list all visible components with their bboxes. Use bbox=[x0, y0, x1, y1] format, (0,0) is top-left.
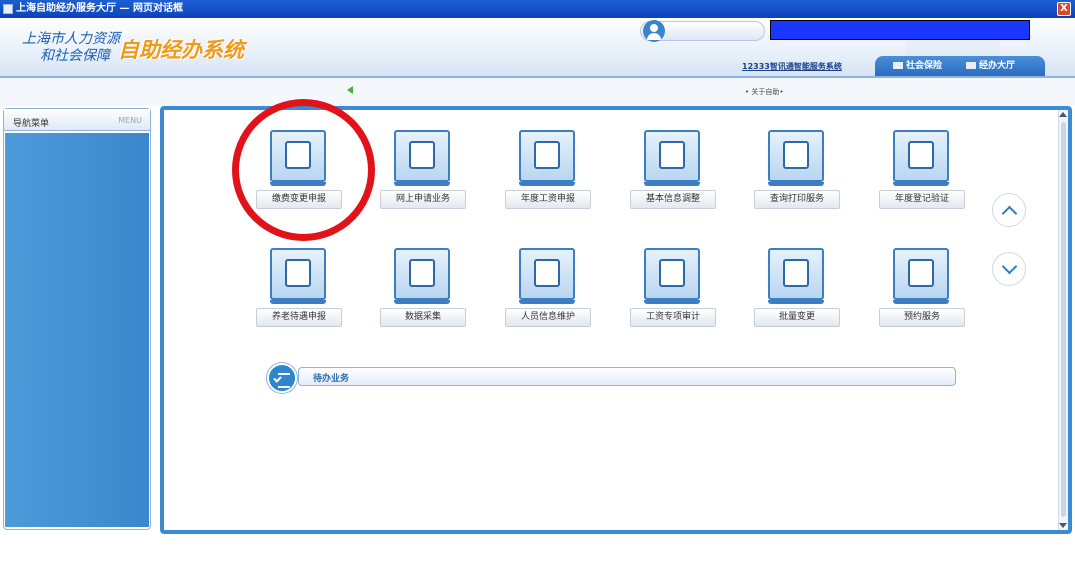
speaker-icon bbox=[347, 86, 353, 94]
about-link[interactable]: • 关于自助• bbox=[745, 87, 783, 97]
tab-service-hall[interactable]: 经办大厅 bbox=[966, 58, 1015, 71]
tile-label: 批量变更 bbox=[754, 308, 840, 327]
tile-label: 查询打印服务 bbox=[754, 190, 840, 209]
chevron-up-icon bbox=[1001, 205, 1018, 222]
sidebar-header: 导航菜单 MENU bbox=[4, 109, 150, 131]
scroll-up-icon[interactable] bbox=[1059, 112, 1067, 117]
tile-appointment[interactable]: 预约服务 bbox=[879, 248, 979, 328]
monitor-icon bbox=[893, 62, 903, 69]
checklist-icon bbox=[267, 363, 297, 393]
presentation-icon bbox=[768, 248, 824, 304]
page-down-button[interactable] bbox=[992, 252, 1026, 286]
close-button[interactable]: X bbox=[1057, 2, 1071, 16]
tile-label: 年度工资申报 bbox=[505, 190, 591, 209]
user-icon bbox=[643, 20, 665, 42]
app-icon bbox=[3, 4, 13, 14]
tile-annual-registration[interactable]: 年度登记验证 bbox=[879, 130, 979, 210]
tile-wage-audit[interactable]: 工资专项审计 bbox=[630, 248, 730, 328]
tab-label: 经办大厅 bbox=[979, 61, 1016, 71]
service-system-link[interactable]: 12333智讯通智能服务系统 bbox=[742, 61, 842, 72]
edit-document-icon bbox=[519, 248, 575, 304]
chevron-down-icon bbox=[1001, 258, 1018, 275]
sidebar-menu-body bbox=[5, 133, 149, 527]
system-title: 自助经办系统 bbox=[118, 37, 244, 62]
tile-label: 工资专项审计 bbox=[630, 308, 716, 327]
window-title: 上海自助经办服务大厅 — 网页对话框 bbox=[16, 3, 183, 14]
tile-pension[interactable]: 养老待遇申报 bbox=[256, 248, 356, 328]
notice-bar: • 关于自助• bbox=[0, 76, 1075, 106]
pending-business-bar[interactable]: 待办业务 bbox=[298, 367, 956, 386]
document-search-icon bbox=[893, 130, 949, 186]
sidebar-title: 导航菜单 bbox=[13, 119, 50, 129]
org-name-line2: 和社会保障 bbox=[40, 48, 110, 64]
redacted-user-info bbox=[770, 20, 1030, 40]
tile-label: 缴费变更申报 bbox=[256, 190, 342, 209]
monitor-icon bbox=[893, 248, 949, 304]
scroll-thumb[interactable] bbox=[1061, 122, 1066, 517]
tile-basic-info[interactable]: 基本信息调整 bbox=[630, 130, 730, 210]
tile-payment-change[interactable]: 缴费变更申报 bbox=[256, 130, 356, 210]
printer-icon bbox=[644, 248, 700, 304]
window-titlebar: 上海自助经办服务大厅 — 网页对话框 X bbox=[0, 0, 1075, 18]
building-icon bbox=[966, 62, 976, 69]
header: 上海市人力资源 和社会保障 自助经办系统 12333智讯通智能服务系统 社会保险… bbox=[0, 18, 1075, 76]
monitor-icon bbox=[519, 130, 575, 186]
tile-personnel-info[interactable]: 人员信息维护 bbox=[505, 248, 605, 328]
tile-query-print[interactable]: 查询打印服务 bbox=[754, 130, 854, 210]
navigation-sidebar: 导航菜单 MENU bbox=[3, 108, 151, 530]
tile-label: 人员信息维护 bbox=[505, 308, 591, 327]
tile-annual-wage[interactable]: 年度工资申报 bbox=[505, 130, 605, 210]
tile-label: 年度登记验证 bbox=[879, 190, 965, 209]
printer-icon bbox=[270, 248, 326, 304]
sidebar-menu-tag: MENU bbox=[118, 116, 142, 125]
pending-business-label: 待办业务 bbox=[313, 374, 350, 384]
tab-label: 社会保险 bbox=[906, 61, 943, 71]
person-coins-icon bbox=[270, 130, 326, 186]
tile-label: 网上申请业务 bbox=[380, 190, 466, 209]
tab-social-insurance[interactable]: 社会保险 bbox=[893, 58, 942, 71]
tile-label: 数据采集 bbox=[380, 308, 466, 327]
page-up-button[interactable] bbox=[992, 193, 1026, 227]
chat-bubble-icon bbox=[394, 248, 450, 304]
home-icon bbox=[768, 130, 824, 186]
tile-label: 预约服务 bbox=[879, 308, 965, 327]
tile-online-application[interactable]: 网上申请业务 bbox=[380, 130, 480, 210]
tile-label: 基本信息调整 bbox=[630, 190, 716, 209]
vertical-scrollbar[interactable] bbox=[1058, 110, 1068, 530]
tile-batch-change[interactable]: 批量变更 bbox=[754, 248, 854, 328]
tile-label: 养老待遇申报 bbox=[256, 308, 342, 327]
scroll-down-icon[interactable] bbox=[1059, 523, 1067, 528]
heart-hand-icon bbox=[394, 130, 450, 186]
tile-data-collection[interactable]: 数据采集 bbox=[380, 248, 480, 328]
yen-document-icon bbox=[644, 130, 700, 186]
